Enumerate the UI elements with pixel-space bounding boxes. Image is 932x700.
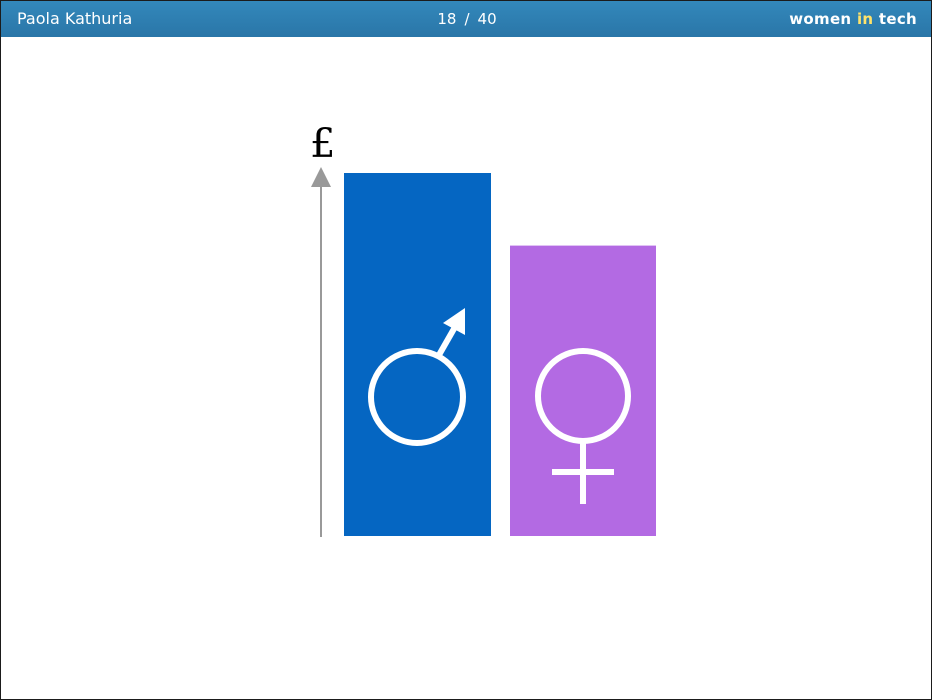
- pay-gap-chart: £: [310, 121, 656, 537]
- y-axis-label: £: [310, 121, 335, 167]
- bar-male: [344, 173, 491, 536]
- presentation-frame: Paola Kathuria 18/40 women in tech £: [0, 0, 932, 700]
- bars-group: [344, 173, 656, 536]
